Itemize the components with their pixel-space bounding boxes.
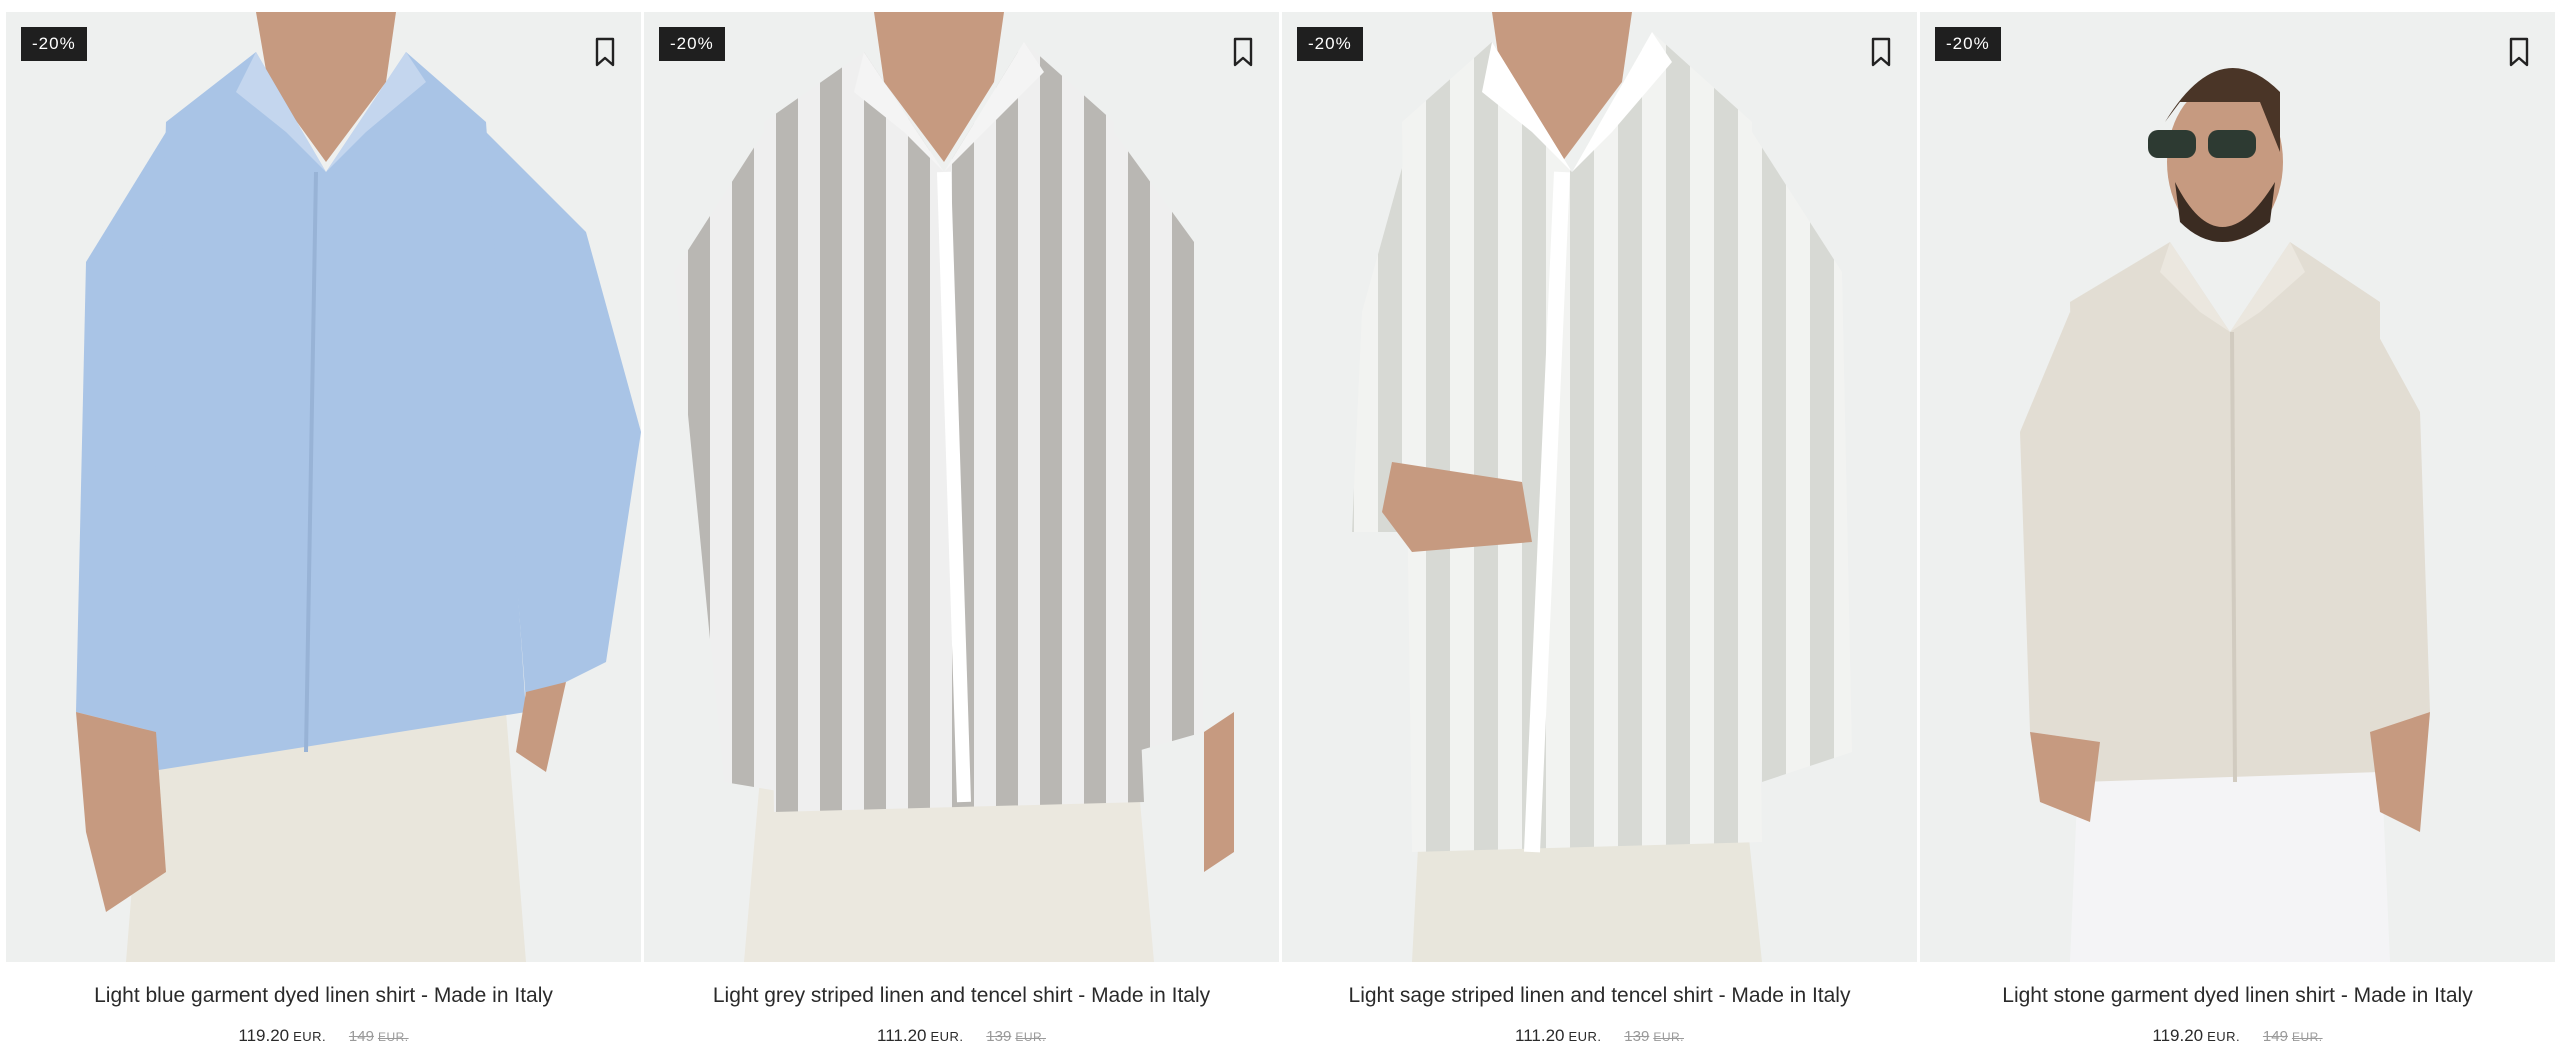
original-price: 139 EUR. (1624, 1028, 1684, 1045)
original-price: 149 EUR. (2263, 1028, 2323, 1045)
currency-label: EUR. (2207, 1029, 2241, 1044)
discount-badge: -20% (659, 27, 725, 61)
product-title[interactable]: Light stone garment dyed linen shirt - M… (1920, 984, 2555, 1008)
product-image[interactable]: -20% (1920, 12, 2555, 962)
price-row: 111.20 EUR. 139 EUR. (1282, 1026, 1917, 1046)
discount-badge: -20% (1935, 27, 2001, 61)
original-currency-label: EUR. (1015, 1030, 1046, 1044)
product-card[interactable]: -20% Light grey striped linen and tencel… (644, 12, 1279, 1046)
price-row: 111.20 EUR. 139 EUR. (644, 1026, 1279, 1046)
original-price-value: 149 (2262, 1028, 2288, 1045)
product-title[interactable]: Light grey striped linen and tencel shir… (644, 984, 1279, 1008)
original-price-value: 139 (1624, 1028, 1650, 1045)
product-photo (6, 12, 641, 962)
product-photo (1920, 12, 2555, 962)
currency-label: EUR. (1568, 1029, 1602, 1044)
price-row: 119.20 EUR. 149 EUR. (6, 1026, 641, 1046)
product-title[interactable]: Light sage striped linen and tencel shir… (1282, 984, 1917, 1008)
bookmark-icon[interactable] (1867, 34, 1895, 70)
product-image[interactable]: -20% (644, 12, 1279, 962)
product-photo (644, 12, 1279, 962)
discount-badge: -20% (1297, 27, 1363, 61)
original-currency-label: EUR. (1653, 1030, 1684, 1044)
product-image[interactable]: -20% (6, 12, 641, 962)
currency-label: EUR. (293, 1029, 327, 1044)
product-title[interactable]: Light blue garment dyed linen shirt - Ma… (6, 984, 641, 1008)
bookmark-icon[interactable] (591, 34, 619, 70)
original-price: 149 EUR. (349, 1028, 409, 1045)
bookmark-icon[interactable] (2505, 34, 2533, 70)
current-price: 111.20 (1515, 1026, 1565, 1045)
original-currency-label: EUR. (2291, 1030, 2323, 1044)
currency-label: EUR. (930, 1029, 964, 1044)
product-card[interactable]: -20% Light blue garment dyed linen shirt… (6, 12, 641, 1046)
bookmark-icon[interactable] (1229, 34, 1257, 70)
current-price: 119.20 (238, 1026, 290, 1045)
product-card[interactable]: -20% Light sage striped linen and tencel… (1282, 12, 1917, 1046)
product-image[interactable]: -20% (1282, 12, 1917, 962)
product-photo (1282, 12, 1917, 962)
original-price-value: 139 (986, 1028, 1012, 1045)
current-price: 119.20 (2152, 1026, 2204, 1045)
original-price: 139 EUR. (986, 1028, 1046, 1045)
original-currency-label: EUR. (377, 1030, 409, 1044)
product-grid: -20% Light blue garment dyed linen shirt… (6, 12, 2555, 1046)
discount-badge: -20% (21, 27, 87, 61)
price-row: 119.20 EUR. 149 EUR. (1920, 1026, 2555, 1046)
original-price-value: 149 (348, 1028, 374, 1045)
current-price: 111.20 (877, 1026, 927, 1045)
product-card[interactable]: -20% Light stone garment dyed linen shir… (1920, 12, 2555, 1046)
